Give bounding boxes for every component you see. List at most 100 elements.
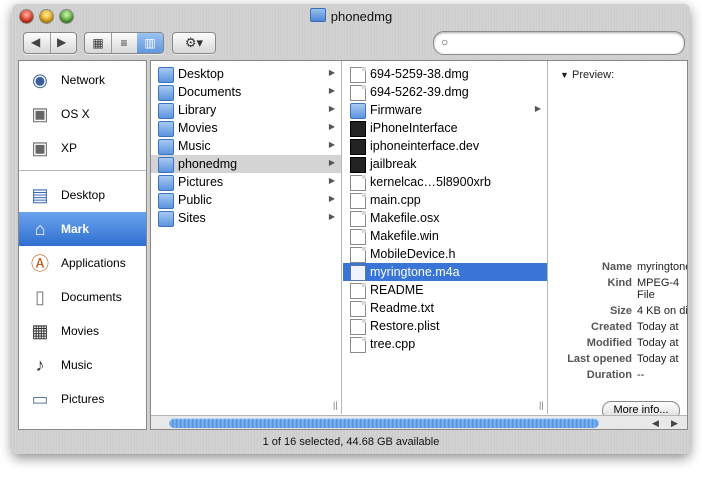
disclosure-arrow-icon: ▶ [328,122,335,131]
preview-pane: ▼ Preview: Name myringtone.m4a Kind MPEG-4F… [548,61,688,420]
sidebar-item-osx[interactable]: ▣ OS X [19,97,146,131]
sidebar-item-label: Documents [61,290,122,304]
disclosure-arrow-icon: ▶ [328,140,335,149]
sidebar-item-label: Pictures [61,392,105,406]
sidebar-item-label: OS X [61,107,90,121]
file-row[interactable]: myringtone.m4a [343,263,547,281]
horizontal-scrollbar[interactable]: ◀ ▶ [151,415,687,429]
sidebar-divider [19,170,146,171]
search-input[interactable] [458,35,677,51]
disclosure-arrow-icon: ▶ [328,158,335,167]
file-name: README [370,283,424,297]
file-name: iPhoneInterface [370,121,458,135]
home-icon: ⌂ [34,218,46,239]
scroll-right-arrow-icon[interactable]: ▶ [671,416,678,429]
file-name: Makefile.osx [370,211,440,225]
file-row[interactable]: iPhoneInterface [343,119,547,137]
preview-header[interactable]: ▼ Preview: [560,69,614,81]
file-name: Restore.plist [370,319,440,333]
document-icon [350,247,366,263]
file-row[interactable]: 694-5259-38.dmg [343,65,547,83]
pictures-icon: ▭ [31,388,49,409]
folder-icon [158,175,174,191]
back-button[interactable]: ◀ [31,35,40,49]
metadata-value: 4 KB on disk [637,305,688,317]
file-row[interactable]: Movies ▶ [151,119,341,137]
file-row[interactable]: Library ▶ [151,101,341,119]
file-row[interactable]: Sites ▶ [151,209,341,227]
document-icon [350,193,366,209]
folder-icon [158,211,174,227]
music-icon: ♪ [35,354,45,375]
forward-button[interactable]: ▶ [57,35,66,49]
gear-icon: ⚙▾ [184,35,204,50]
file-row[interactable]: tree.cpp [343,335,547,353]
file-row[interactable]: Makefile.osx [343,209,547,227]
back-forward-control: ◀ ▶ [23,32,77,54]
file-row[interactable]: main.cpp [343,191,547,209]
file-row[interactable]: Desktop ▶ [151,65,341,83]
sidebar-item-pictures[interactable]: ▭ Pictures [19,382,146,416]
document-icon [350,67,366,83]
disclosure-triangle-icon: ▼ [560,70,569,80]
file-row[interactable]: 694-5262-39.dmg [343,83,547,101]
sidebar-item-documents[interactable]: ▯ Documents [19,280,146,314]
icon-view-button[interactable]: ▦ [85,33,111,53]
view-mode-control: ▦ ≡ ▥ [84,32,164,54]
search-icon: ○ [441,35,449,49]
sidebar-item-label: Desktop [61,188,106,202]
sidebar-item-network[interactable]: ◉ Network [19,63,146,97]
column-view-button[interactable]: ▥ [137,33,163,53]
file-name: Movies [178,121,218,135]
executable-icon [350,121,366,137]
file-row[interactable]: Readme.txt [343,299,547,317]
folder-icon [158,157,174,173]
sidebar-item-music[interactable]: ♪ Music [19,348,146,382]
column-resize-handle[interactable]: || [539,400,547,410]
scrollbar-thumb[interactable] [169,418,599,428]
file-name: 694-5259-38.dmg [370,67,469,81]
file-name: main.cpp [370,193,421,207]
column-resize-handle[interactable]: || [333,400,341,410]
file-row[interactable]: Documents ▶ [151,83,341,101]
file-row[interactable]: Public ▶ [151,191,341,209]
file-row[interactable]: Music ▶ [151,137,341,155]
file-row[interactable]: README [343,281,547,299]
sidebar-item-desktop[interactable]: ▤ Desktop [19,178,146,212]
file-name: Pictures [178,175,224,189]
file-row[interactable]: Makefile.win [343,227,547,245]
file-row[interactable]: Restore.plist [343,317,547,335]
file-row[interactable]: phonedmg ▶ [151,155,341,173]
executable-icon [350,139,366,155]
search-field[interactable]: ○ [433,31,685,55]
sidebar-item-mark[interactable]: ⌂ Mark [19,212,146,246]
file-row[interactable]: iphoneinterface.dev [343,137,547,155]
metadata-key: Kind [607,277,632,289]
disclosure-arrow-icon: ▶ [328,68,335,77]
file-name: Makefile.win [370,229,439,243]
sidebar-item-movies[interactable]: ▦ Movies [19,314,146,348]
document-icon [350,85,366,101]
file-row[interactable]: jailbreak [343,155,547,173]
sidebar-item-label: Music [61,358,93,372]
document-icon [350,337,366,353]
folder-icon [350,103,366,119]
disclosure-arrow-icon: ▶ [328,212,335,221]
sidebar: ◉ Network ▣ OS X ▣ XP ▤ Desktop ⌂ Mark Ⓐ… [18,60,147,430]
file-name: kernelcac…5l8900xrb [370,175,491,189]
file-row[interactable]: Firmware ▶ [343,101,547,119]
file-row[interactable]: Pictures ▶ [151,173,341,191]
file-row[interactable]: kernelcac…5l8900xrb [343,173,547,191]
scroll-left-arrow-icon[interactable]: ◀ [652,416,659,429]
file-row[interactable]: MobileDevice.h [343,245,547,263]
folder-icon [158,121,174,137]
file-name: iphoneinterface.dev [370,139,480,153]
list-view-button[interactable]: ≡ [111,33,137,53]
document-icon [350,283,366,299]
metadata-key: Size [609,305,632,317]
sidebar-item-applications[interactable]: Ⓐ Applications [19,246,146,280]
sidebar-item-xp[interactable]: ▣ XP [19,131,146,165]
documents-icon: ▯ [35,286,45,307]
file-name: MobileDevice.h [370,247,456,261]
action-menu-button[interactable]: ⚙▾ [172,32,216,54]
